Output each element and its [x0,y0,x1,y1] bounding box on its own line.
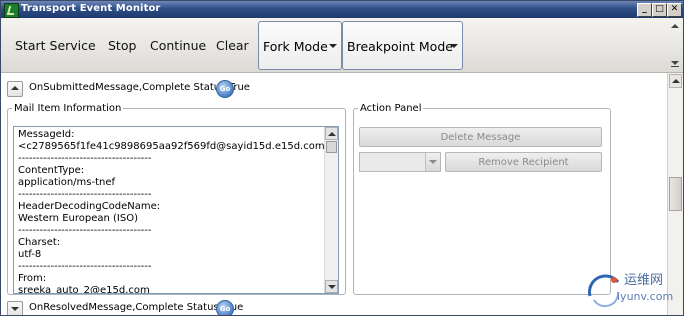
event-row: OnResolvedMessage,Complete Status:True G… [5,298,655,315]
mail-scrollbar[interactable] [324,127,338,293]
chevron-down-icon [329,44,337,48]
chevron-down-icon [425,153,440,171]
delete-message-button[interactable]: Delete Message [359,127,602,147]
mail-line: <c2789565f1fe41c9898695aa92f569fd@sayid1… [18,141,333,152]
breakpoint-mode-dropdown[interactable]: Breakpoint Mode [342,21,463,70]
clear-button[interactable]: Clear [216,38,249,53]
app-icon [4,3,19,18]
window-title: Transport Event Monitor [21,3,161,14]
action-panel-legend: Action Panel [360,103,422,114]
remove-recipient-button[interactable]: Remove Recipient [445,152,602,172]
mail-line: ------------------------------------- [18,189,152,200]
go-button[interactable]: Go [216,80,234,98]
minimize-icon: _ [642,4,647,14]
go-label: Go [219,305,231,313]
close-icon: ✕ [670,4,679,14]
scroll-thumb[interactable] [326,141,337,153]
expand-icon[interactable] [7,301,23,315]
mail-line: HeaderDecodingCodeName: [18,201,161,212]
mail-item-information-group: Mail Item Information MessageId: <c27895… [7,103,346,295]
title-bar[interactable]: Transport Event Monitor _ □ ✕ [1,1,683,18]
toolbar: Start Service Stop Continue Clear Fork M… [1,18,683,73]
toolbar-scroll-up-icon[interactable] [668,20,682,32]
mail-line: application/ms-tnef [18,177,116,188]
watermark-text: 运维网 [624,273,664,288]
mail-line: From: [18,273,47,284]
fork-mode-label: Fork Mode [263,39,328,54]
minimize-button[interactable]: _ [637,3,652,17]
mail-item-textbox[interactable]: MessageId: <c2789565f1fe41c9898695aa92f5… [13,126,339,294]
maximize-icon: □ [655,4,664,14]
scroll-down-icon[interactable] [325,280,338,293]
watermark-url: iyunv.com [617,290,674,303]
mail-item-text: MessageId: <c2789565f1fe41c9898695aa92f5… [18,129,333,294]
recipient-select[interactable] [359,152,441,172]
mail-line: Charset: [18,237,61,248]
mail-line: ------------------------------------- [18,153,152,164]
go-button[interactable]: Go [216,300,234,315]
start-service-button[interactable]: Start Service [15,38,96,53]
event-label: OnResolvedMessage,Complete Status:True [29,302,244,313]
mail-line: utf-8 [18,249,42,260]
app-window: Transport Event Monitor _ □ ✕ Start Serv… [0,0,684,316]
scroll-thumb[interactable] [669,177,682,211]
chevron-down-icon [450,44,458,48]
mail-line: Western European (ISO) [18,213,138,224]
toolbar-overflow-icon[interactable] [668,58,682,70]
action-panel-group: Action Panel Delete Message Remove Recip… [353,103,611,295]
close-button[interactable]: ✕ [667,3,682,17]
mail-item-legend: Mail Item Information [14,103,122,114]
stop-button[interactable]: Stop [108,38,136,53]
breakpoint-mode-label: Breakpoint Mode [347,39,453,54]
maximize-button[interactable]: □ [652,3,667,17]
event-row: OnSubmittedMessage,Complete Status:True … [5,78,655,98]
event-list: OnSubmittedMessage,Complete Status:True … [1,73,667,315]
collapse-icon[interactable] [7,81,23,97]
mail-line: ------------------------------------- [18,225,152,236]
scroll-up-icon[interactable] [669,74,682,88]
mail-line: ContentType: [18,165,85,176]
watermark-logo-icon [588,274,620,308]
scroll-up-icon[interactable] [325,127,338,140]
mail-line: ------------------------------------- [18,261,152,272]
watermark: 运维网 iyunv.com [584,262,680,312]
mail-line: sreeka_auto_2@e15d.com [18,285,150,294]
mail-line: MessageId: [18,129,75,140]
fork-mode-dropdown[interactable]: Fork Mode [258,21,342,70]
go-label: Go [219,85,231,93]
continue-button[interactable]: Continue [150,38,206,53]
